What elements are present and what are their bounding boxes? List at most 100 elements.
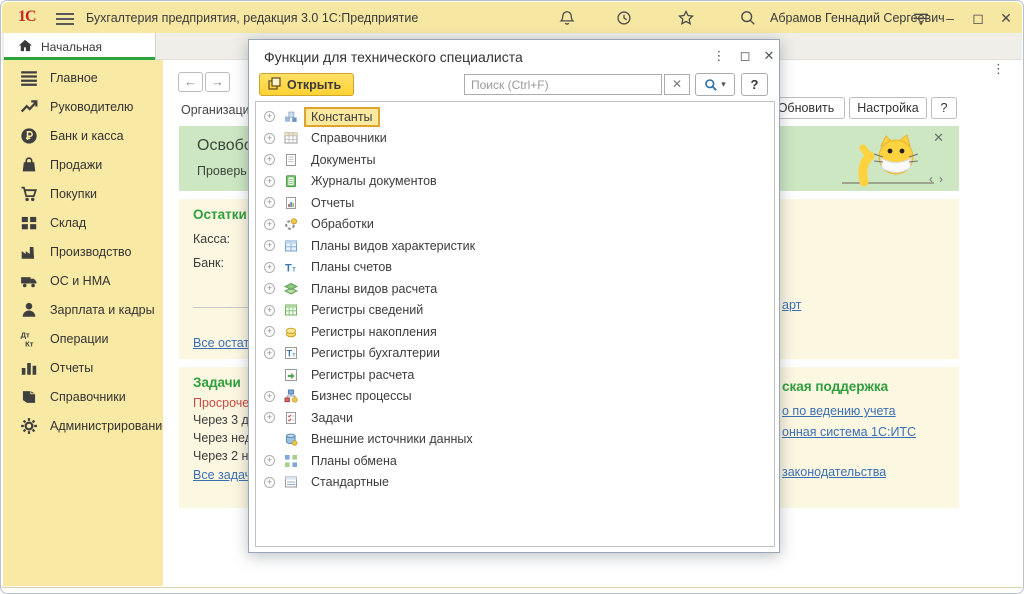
sidebar-item-label: Главное xyxy=(50,71,98,85)
tree-item[interactable]: +Задачи xyxy=(256,407,774,429)
favorites-star-icon[interactable] xyxy=(677,9,695,27)
all-balances-link[interactable]: Все остат xyxy=(193,336,249,350)
service-menu-icon[interactable] xyxy=(912,9,930,27)
sidebar-item-label: Склад xyxy=(50,216,86,230)
banner-pager-arrows[interactable]: ‹› xyxy=(929,172,949,186)
expand-plus-icon[interactable]: + xyxy=(264,133,275,144)
sidebar-item-book[interactable]: Справочники xyxy=(3,382,163,411)
dialog-maximize-button[interactable]: ◻ xyxy=(736,47,754,65)
expand-plus-icon[interactable]: + xyxy=(264,219,275,230)
close-window-button[interactable]: ✕ xyxy=(996,8,1016,28)
banner-close-icon[interactable]: ✕ xyxy=(933,130,944,146)
sidebar-item-bar-chart[interactable]: Отчеты xyxy=(3,353,163,382)
main-menu-icon[interactable] xyxy=(56,10,74,25)
search-input[interactable] xyxy=(464,74,662,95)
expand-plus-icon[interactable]: + xyxy=(264,348,275,359)
expand-plus-icon[interactable]: + xyxy=(264,111,275,122)
sidebar-item-label: Руководителю xyxy=(50,100,133,114)
more-menu-icon[interactable]: ⋮ xyxy=(992,61,1005,77)
tree-item-label: Регистры накопления xyxy=(306,324,442,340)
settings-button[interactable]: Настройка xyxy=(849,97,927,119)
tree-item[interactable]: Внешние источники данных xyxy=(256,429,774,451)
nav-forward-button[interactable]: → xyxy=(205,72,230,92)
tree-item[interactable]: +Справочники xyxy=(256,128,774,150)
tree-item[interactable]: +ТтРегистры бухгалтерии xyxy=(256,343,774,365)
dialog-kebab-icon[interactable]: ⋮ xyxy=(710,47,728,65)
info-registers-icon xyxy=(284,303,298,317)
balances-title: Остатки xyxy=(193,207,247,222)
expand-plus-icon[interactable]: + xyxy=(264,412,275,423)
tree-item[interactable]: + Регистры сведений xyxy=(256,300,774,322)
tree-item[interactable]: +ТтПланы счетов xyxy=(256,257,774,279)
tree-item[interactable]: Регистры расчета xyxy=(256,364,774,386)
expand-plus-icon[interactable]: + xyxy=(264,455,275,466)
tree-item[interactable]: + Планы обмена xyxy=(256,450,774,472)
expand-plus-icon[interactable]: + xyxy=(264,305,275,316)
shopping-bag-icon xyxy=(20,156,38,174)
sidebar-item-label: Справочники xyxy=(50,390,126,404)
sidebar-item-person[interactable]: Зарплата и кадры xyxy=(3,295,163,324)
task-row-2: Через нед xyxy=(193,431,252,445)
sidebar-item-shopping-bag[interactable]: Продажи xyxy=(3,150,163,179)
bank-row: Банк: xyxy=(193,256,224,270)
expand-plus-icon[interactable]: + xyxy=(264,326,275,337)
support-link-3[interactable]: законодательства xyxy=(782,465,886,479)
tree-item[interactable]: +Отчеты xyxy=(256,192,774,214)
content-help-button[interactable]: ? xyxy=(931,97,957,119)
nav-back-button[interactable]: ← xyxy=(178,72,203,92)
tree-item[interactable]: +Журналы документов xyxy=(256,171,774,193)
history-icon[interactable] xyxy=(615,9,633,27)
expand-plus-icon[interactable]: + xyxy=(264,477,275,488)
all-tasks-link[interactable]: Все задач xyxy=(193,468,251,482)
sidebar-item-pallet[interactable]: Склад xyxy=(3,208,163,237)
maximize-button[interactable]: ◻ xyxy=(968,8,988,28)
sidebar-item-menu-lines[interactable]: Главное xyxy=(3,63,163,92)
tree-item[interactable]: +Бизнес процессы xyxy=(256,386,774,408)
minimize-button[interactable]: – xyxy=(940,8,960,28)
business-processes-icon xyxy=(284,389,298,403)
tree-item-label: Внешние источники данных xyxy=(306,431,478,447)
support-link-2[interactable]: онная система 1С:ИТС xyxy=(782,425,916,439)
global-search-icon[interactable] xyxy=(739,9,757,27)
expand-plus-icon[interactable]: + xyxy=(264,240,275,251)
tree-item[interactable]: + Регистры накопления xyxy=(256,321,774,343)
tree-item[interactable]: +Обработки xyxy=(256,214,774,236)
tab-home-page[interactable]: Начальная страница xyxy=(4,33,156,60)
person-icon xyxy=(20,301,38,319)
sidebar-item-truck[interactable]: ОС и НМА xyxy=(3,266,163,295)
sidebar-item-ruble-circle[interactable]: Банк и касса xyxy=(3,121,163,150)
tree-item[interactable]: +Документы xyxy=(256,149,774,171)
expand-plus-icon[interactable]: + xyxy=(264,283,275,294)
expand-plus-icon[interactable]: + xyxy=(264,154,275,165)
expand-plus-icon[interactable]: + xyxy=(264,197,275,208)
sidebar-item-trend-up[interactable]: Руководителю xyxy=(3,92,163,121)
sidebar-item-dt-kt[interactable]: ДтКтОперации xyxy=(3,324,163,353)
dialog-close-button[interactable]: ✕ xyxy=(760,47,778,65)
sidebar-item-gear[interactable]: Администрирование xyxy=(3,411,163,440)
sidebar-item-factory[interactable]: Производство xyxy=(3,237,163,266)
open-button[interactable]: Открыть xyxy=(259,73,354,96)
tree-item[interactable]: +Константы xyxy=(256,106,774,128)
expand-plus-icon[interactable]: + xyxy=(264,262,275,273)
expand-plus-icon[interactable]: + xyxy=(264,176,275,187)
tree-item-label: Планы обмена xyxy=(306,453,402,469)
tree-item[interactable]: + Планы видов характеристик xyxy=(256,235,774,257)
sidebar-item-shopping-cart[interactable]: Покупки xyxy=(3,179,163,208)
bar-chart-icon xyxy=(20,359,38,377)
sidebar-item-label: Производство xyxy=(50,245,132,259)
search-clear-icon[interactable]: ✕ xyxy=(664,74,690,95)
calc-types-icon xyxy=(284,282,298,296)
notifications-bell-icon[interactable] xyxy=(558,9,576,27)
dialog-help-button[interactable]: ? xyxy=(741,73,768,96)
tree-item[interactable]: +Стандартные xyxy=(256,472,774,494)
tree-item-label: Планы видов характеристик xyxy=(306,238,480,254)
tree-item-label: Регистры сведений xyxy=(306,302,428,318)
support-link-1[interactable]: о по ведению учета xyxy=(782,404,896,418)
search-mode-dropdown[interactable]: ▾ xyxy=(695,73,735,96)
tree-item-label: Планы счетов xyxy=(306,259,397,275)
tree-item[interactable]: +Планы видов расчета xyxy=(256,278,774,300)
factory-icon xyxy=(20,243,38,261)
monitor-link[interactable]: арт xyxy=(782,298,801,312)
expand-plus-icon[interactable]: + xyxy=(264,391,275,402)
task-row-3: Через 2 н xyxy=(193,449,248,463)
